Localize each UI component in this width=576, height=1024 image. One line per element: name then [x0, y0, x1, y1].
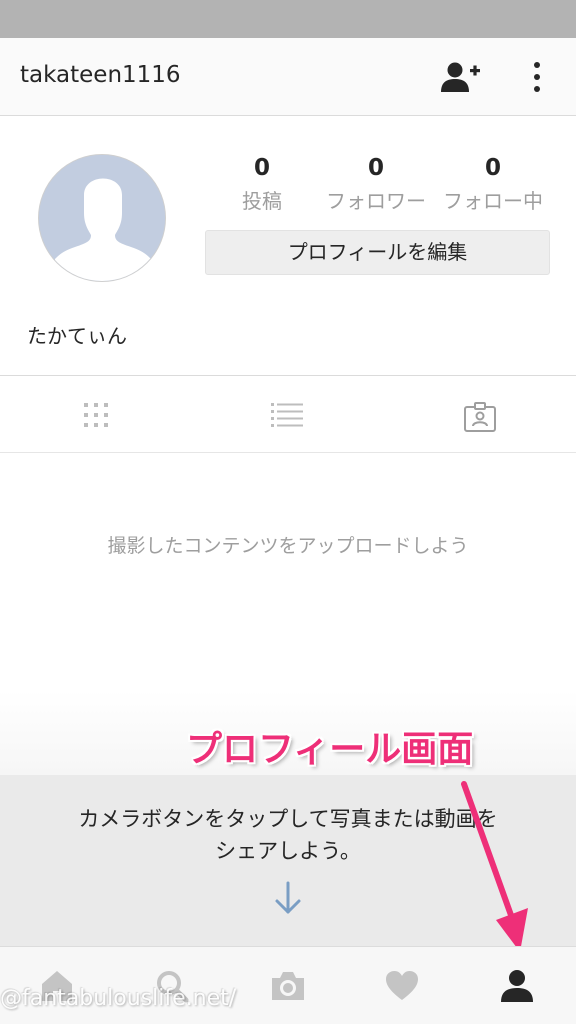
avatar[interactable] — [38, 154, 166, 282]
username-title: takateen1116 — [20, 62, 181, 88]
tab-list[interactable] — [192, 377, 384, 453]
heart-icon — [386, 971, 418, 1000]
profile-icon — [501, 970, 533, 1002]
stat-label: フォロー中 — [443, 189, 543, 213]
stat-posts[interactable]: 0 投稿 — [222, 153, 302, 219]
list-icon — [271, 403, 303, 427]
profile-section: 0 投稿 0 フォロワー 0 フォロー中 プロフィールを編集 たかてぃん — [0, 117, 576, 376]
view-tabs — [0, 377, 576, 453]
camera-icon — [272, 972, 304, 1000]
default-avatar-icon — [39, 155, 165, 281]
stat-followers[interactable]: 0 フォロワー — [316, 153, 436, 219]
arrow-down-icon — [273, 880, 303, 916]
status-bar — [0, 0, 576, 38]
empty-state-message: 撮影したコンテンツをアップロードしよう — [107, 535, 469, 557]
stat-label: フォロワー — [326, 189, 426, 213]
annotation-label: プロフィール画面 — [186, 729, 474, 770]
stat-count: 0 — [367, 155, 384, 181]
vertical-dots-icon[interactable] — [524, 60, 550, 94]
nav-camera[interactable] — [230, 947, 345, 1024]
nav-activity[interactable] — [345, 947, 460, 1024]
tab-grid[interactable] — [0, 377, 192, 453]
person-add-icon[interactable] — [440, 60, 482, 94]
app-header: takateen1116 — [0, 38, 576, 116]
stat-label: 投稿 — [242, 189, 282, 213]
grid-icon — [84, 403, 108, 427]
nav-profile[interactable] — [460, 947, 575, 1024]
edit-profile-button[interactable]: プロフィールを編集 — [205, 230, 550, 275]
annotation-arrow-icon — [456, 780, 536, 960]
tip-message: カメラボタンをタップして写真または動画をシェアしよう。 — [78, 807, 498, 863]
tagged-photos-icon — [464, 402, 496, 432]
stat-count: 0 — [484, 155, 501, 181]
stat-following[interactable]: 0 フォロー中 — [436, 153, 550, 219]
watermark: @fantabulouslife.net/ — [0, 986, 237, 1011]
tab-tagged[interactable] — [384, 377, 576, 453]
display-name: たかてぃん — [27, 324, 127, 348]
bottom-nav — [0, 946, 576, 1024]
stat-count: 0 — [253, 155, 270, 181]
